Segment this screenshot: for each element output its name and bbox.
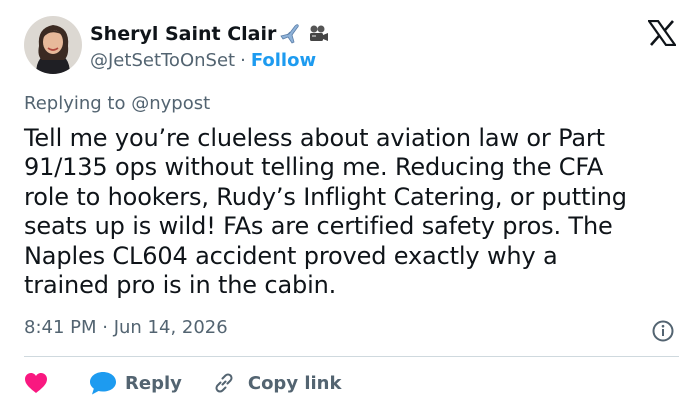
x-logo-icon[interactable]: [646, 19, 678, 47]
reply-label: Reply: [125, 372, 182, 394]
tweet-text-line: role to hookers, Rudy’s Inflight Caterin…: [24, 182, 627, 211]
tweet-text-line: Tell me you’re clueless about aviation l…: [24, 124, 605, 152]
action-bar: Reply Copy link: [24, 368, 341, 398]
avatar[interactable]: [24, 16, 82, 74]
heart-icon: [24, 372, 48, 394]
author-name-row: Sheryl Saint Clair: [90, 21, 330, 47]
reply-button[interactable]: Reply: [88, 370, 182, 396]
tweet-text-line: seats up is wild! FAs are certified safe…: [24, 212, 613, 241]
tweet-text: Tell me you’re clueless about aviation l…: [24, 124, 684, 300]
divider: [24, 356, 679, 357]
tweet-text-line: Naples CL604 accident proved exactly why…: [24, 241, 558, 270]
separator-dot: ·: [240, 49, 246, 71]
tweet-card: Sheryl Saint Clair @JetSetToOnSet · Foll…: [0, 0, 700, 410]
tweet-text-line: 91/135 ops without telling me. Reducing …: [24, 153, 604, 182]
follow-button[interactable]: Follow: [251, 50, 316, 71]
movie-camera-emoji-icon: [306, 23, 330, 45]
reply-context: Replying to @nypost: [24, 93, 210, 114]
author-handle-row: @JetSetToOnSet · Follow: [90, 48, 316, 72]
chat-bubble-icon: [88, 370, 118, 396]
reply-context-mention[interactable]: @nypost: [131, 93, 210, 114]
info-icon[interactable]: [651, 319, 675, 343]
airplane-emoji-icon: [279, 23, 303, 45]
tweet-timestamp[interactable]: 8:41 PM · Jun 14, 2026: [24, 317, 228, 338]
link-icon: [212, 371, 236, 395]
copy-link-button[interactable]: Copy link: [212, 371, 342, 395]
tweet-text-line: trained pro is in the cabin.: [24, 271, 337, 300]
copy-link-label: Copy link: [247, 372, 342, 394]
like-button[interactable]: [24, 372, 48, 394]
author-name[interactable]: Sheryl Saint Clair: [90, 23, 276, 45]
author-handle[interactable]: @JetSetToOnSet: [90, 50, 235, 71]
reply-context-prefix: Replying to: [24, 93, 126, 114]
